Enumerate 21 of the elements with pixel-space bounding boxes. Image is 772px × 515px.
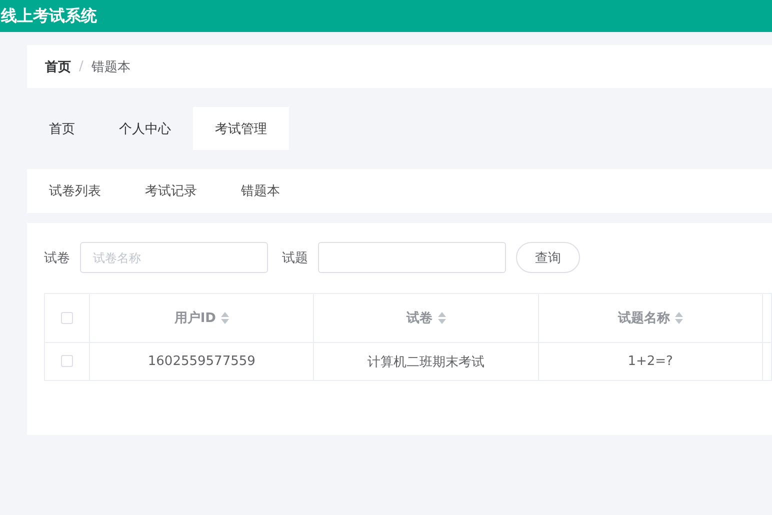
query-button[interactable]: 查询 — [516, 242, 580, 273]
breadcrumb-item[interactable]: 首页 — [45, 58, 71, 76]
table-cell: 1602559577559 — [148, 354, 256, 369]
nav-tab[interactable]: 考试管理 — [193, 107, 289, 150]
field-label: 试题 — [282, 250, 308, 266]
table-cell: 1+2=? — [628, 354, 673, 369]
sub-tab[interactable]: 考试记录 — [123, 182, 219, 200]
app-title: 线上考试系统 — [1, 6, 97, 26]
row-checkbox[interactable] — [60, 355, 73, 368]
select-all-checkbox[interactable] — [60, 312, 73, 324]
sub-tab[interactable]: 试卷列表 — [27, 182, 123, 200]
field-label: 试卷 — [44, 250, 70, 266]
sort-icon[interactable] — [220, 312, 229, 324]
sub-tab[interactable]: 错题本 — [219, 182, 302, 200]
search-field[interactable]: 试卷名称 — [80, 242, 268, 273]
search-field[interactable] — [318, 242, 506, 273]
sort-icon[interactable] — [674, 312, 683, 324]
breadcrumb-separator: / — [79, 59, 84, 74]
table-cell: 计算机二班期末考试 — [368, 354, 485, 370]
breadcrumb-item: 错题本 — [91, 58, 130, 76]
sort-icon[interactable] — [438, 312, 446, 324]
